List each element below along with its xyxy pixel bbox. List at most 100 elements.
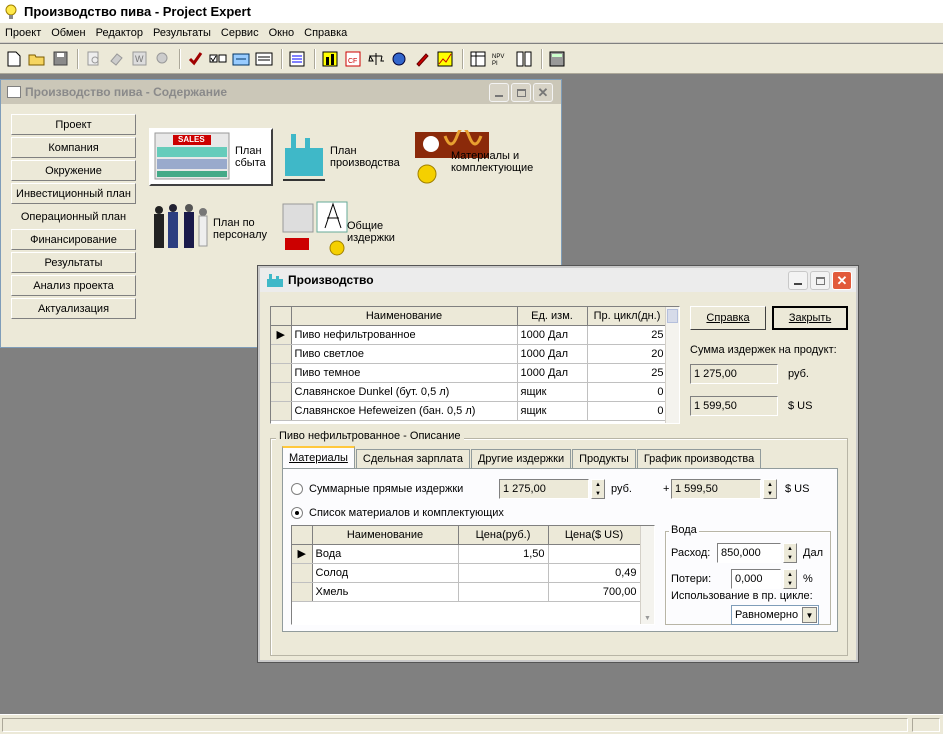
nav-results[interactable]: Результаты xyxy=(11,252,136,273)
product-name[interactable]: Пиво темное xyxy=(291,363,518,383)
menu-help[interactable]: Справка xyxy=(299,27,352,39)
nav-environment[interactable]: Окружение xyxy=(11,160,136,181)
product-cycle[interactable]: 0 xyxy=(587,382,668,402)
product-cycle[interactable]: 0 xyxy=(587,401,668,421)
npv-pi-icon[interactable]: NPV PI xyxy=(491,49,511,69)
graph-icon[interactable] xyxy=(435,49,455,69)
print-preview-icon[interactable] xyxy=(83,49,103,69)
product-unit[interactable]: ящик xyxy=(517,401,588,421)
chevron-down-icon[interactable]: ▼ xyxy=(802,607,817,623)
header-price-usd[interactable]: Цена($ US) xyxy=(548,526,641,545)
checkboxes-icon[interactable] xyxy=(208,49,228,69)
losses-input[interactable]: 0,000 xyxy=(731,569,781,589)
table-row[interactable]: Солод 0,49 xyxy=(292,563,641,583)
products-grid[interactable]: Наименование Ед. изм. Пр. цикл(дн.) ▶ Пи… xyxy=(270,306,680,424)
consumption-spinner[interactable]: ▲ ▼ xyxy=(783,543,797,563)
check-icon[interactable] xyxy=(185,49,205,69)
product-unit[interactable]: 1000 Дал xyxy=(517,363,588,383)
help-button[interactable]: Справка xyxy=(690,306,766,330)
materials-grid[interactable]: Наименование Цена(руб.) Цена($ US) ▶ Вод… xyxy=(291,525,655,625)
content-window-titlebar[interactable]: Производство пива - Содержание ✕ xyxy=(1,80,561,104)
consumption-input[interactable]: 850,000 xyxy=(717,543,781,563)
nav-actualization[interactable]: Актуализация xyxy=(11,298,136,319)
pencil-icon[interactable] xyxy=(412,49,432,69)
table-row[interactable]: Пиво темное 1000 Дал 25 xyxy=(271,363,668,383)
product-unit[interactable]: 1000 Дал xyxy=(517,344,588,364)
open-folder-icon[interactable] xyxy=(27,49,47,69)
table-icon[interactable] xyxy=(468,49,488,69)
nav-financing[interactable]: Финансирование xyxy=(11,229,136,250)
chart-icon[interactable] xyxy=(320,49,340,69)
module-materials[interactable]: Материалы и комплектующие xyxy=(415,128,555,186)
cashflow-icon[interactable]: CF xyxy=(343,49,363,69)
tab-products[interactable]: Продукты xyxy=(572,449,636,468)
maximize-button[interactable] xyxy=(511,83,531,102)
usage-select[interactable]: Равномерно ▼ xyxy=(731,605,819,625)
nav-operational-plan[interactable]: Операционный план xyxy=(11,206,136,227)
tab-materials[interactable]: Материалы xyxy=(282,446,355,468)
product-name[interactable]: Славянское Dunkel (бут. 0,5 л) xyxy=(291,382,518,402)
material-name[interactable]: Вода xyxy=(312,544,459,564)
tab-other-costs[interactable]: Другие издержки xyxy=(470,449,572,468)
products-scrollbar[interactable] xyxy=(665,307,679,423)
product-name[interactable]: Пиво нефильтрованное xyxy=(291,325,518,345)
material-price-rub[interactable]: 1,50 xyxy=(458,544,549,564)
radio-total-costs[interactable] xyxy=(291,483,303,495)
close-button[interactable]: ✕ xyxy=(832,271,852,290)
maximize-button[interactable] xyxy=(810,271,830,290)
total-usd-spinner[interactable]: ▲ ▼ xyxy=(763,479,777,499)
product-name[interactable]: Пиво светлое xyxy=(291,344,518,364)
total-rub-spinner[interactable]: ▲ ▼ xyxy=(591,479,605,499)
module-overhead[interactable]: Общие издержки xyxy=(281,198,421,260)
losses-spinner[interactable]: ▲ ▼ xyxy=(783,569,797,589)
settings-icon[interactable] xyxy=(152,49,172,69)
header-material-name[interactable]: Наименование xyxy=(312,526,459,545)
radio-materials-list[interactable] xyxy=(291,507,303,519)
eraser-icon[interactable] xyxy=(106,49,126,69)
menu-editor[interactable]: Редактор xyxy=(91,27,148,39)
minimize-button[interactable] xyxy=(788,271,808,290)
header-price-rub[interactable]: Цена(руб.) xyxy=(458,526,549,545)
table-row[interactable]: Хмель 700,00 xyxy=(292,582,641,602)
word-icon[interactable]: W xyxy=(129,49,149,69)
product-cycle[interactable]: 25 xyxy=(587,325,668,345)
nav-company[interactable]: Компания xyxy=(11,137,136,158)
nav-investment-plan[interactable]: Инвестиционный план xyxy=(11,183,136,204)
table-row[interactable]: Пиво светлое 1000 Дал 20 xyxy=(271,344,668,364)
material-price-usd[interactable] xyxy=(548,544,641,564)
menu-results[interactable]: Результаты xyxy=(148,27,216,39)
module-production-plan[interactable]: План производства xyxy=(281,128,411,186)
material-price-rub[interactable] xyxy=(458,563,549,583)
product-cycle[interactable]: 20 xyxy=(587,344,668,364)
material-price-usd[interactable]: 700,00 xyxy=(548,582,641,602)
module-sales-plan[interactable]: SALES План сбыта xyxy=(149,128,273,186)
material-price-rub[interactable] xyxy=(458,582,549,602)
chevron-down-icon[interactable]: ▼ xyxy=(644,615,651,622)
menu-exchange[interactable]: Обмен xyxy=(46,27,90,39)
new-file-icon[interactable] xyxy=(4,49,24,69)
material-price-usd[interactable]: 0,49 xyxy=(548,563,641,583)
table-row[interactable]: ▶ Вода 1,50 xyxy=(292,544,641,564)
tab-piecework-wages[interactable]: Сдельная зарплата xyxy=(355,449,470,468)
calculate-icon[interactable] xyxy=(231,49,251,69)
menu-service[interactable]: Сервис xyxy=(216,27,264,39)
list-icon[interactable] xyxy=(287,49,307,69)
header-name[interactable]: Наименование xyxy=(291,307,518,326)
minimize-button[interactable] xyxy=(489,83,509,102)
menu-project[interactable]: Проект xyxy=(0,27,46,39)
nav-project-analysis[interactable]: Анализ проекта xyxy=(11,275,136,296)
product-name[interactable]: Славянское Hefeweizen (бан. 0,5 л) xyxy=(291,401,518,421)
table-row[interactable]: ▶ Пиво нефильтрованное 1000 Дал 25 xyxy=(271,325,668,345)
product-unit[interactable]: ящик xyxy=(517,382,588,402)
product-unit[interactable]: 1000 Дал xyxy=(517,325,588,345)
nav-project[interactable]: Проект xyxy=(11,114,136,135)
header-cycle[interactable]: Пр. цикл(дн.) xyxy=(587,307,668,326)
materials-scrollbar[interactable]: ▼ xyxy=(640,526,654,624)
calculator-icon[interactable] xyxy=(547,49,567,69)
close-dialog-button[interactable]: Закрыть xyxy=(772,306,848,330)
scroll-thumb[interactable] xyxy=(667,309,678,323)
save-icon[interactable] xyxy=(50,49,70,69)
report-icon[interactable] xyxy=(254,49,274,69)
product-cycle[interactable]: 25 xyxy=(587,363,668,383)
globe-icon[interactable] xyxy=(389,49,409,69)
